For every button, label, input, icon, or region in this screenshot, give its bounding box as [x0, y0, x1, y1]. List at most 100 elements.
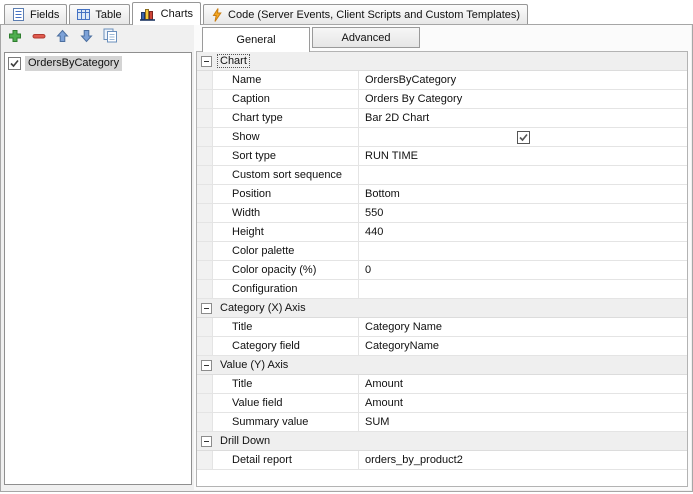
row-indent	[197, 451, 213, 469]
remove-button[interactable]	[31, 29, 46, 45]
property-name: Color palette	[213, 242, 359, 260]
property-value[interactable]: Category Name	[359, 318, 687, 336]
property-value[interactable]	[359, 280, 687, 298]
row-indent	[197, 280, 213, 298]
copy-button[interactable]	[103, 28, 118, 46]
grid-row[interactable]: Title Amount	[197, 375, 687, 394]
row-indent	[197, 147, 213, 165]
row-indent	[197, 261, 213, 279]
property-grid[interactable]: Chart Name OrdersByCategory Caption Orders B…	[196, 51, 688, 487]
row-indent	[197, 413, 213, 431]
property-name: Value field	[213, 394, 359, 412]
property-name: Caption	[213, 90, 359, 108]
add-button[interactable]	[7, 29, 22, 45]
move-down-button[interactable]	[79, 29, 94, 45]
row-indent	[197, 318, 213, 336]
tab-code[interactable]: Code (Server Events, Client Scripts and …	[203, 4, 529, 24]
property-value[interactable]: Orders By Category	[359, 90, 687, 108]
grid-row[interactable]: Configuration	[197, 280, 687, 299]
section-title: Value (Y) Axis	[220, 359, 289, 371]
property-value[interactable]	[359, 242, 687, 260]
grid-row[interactable]: Title Category Name	[197, 318, 687, 337]
minus-icon	[32, 29, 46, 46]
grid-row[interactable]: Name OrdersByCategory	[197, 71, 687, 90]
grid-row[interactable]: Sort type RUN TIME	[197, 147, 687, 166]
tab-fields[interactable]: Fields	[4, 4, 68, 24]
show-checkbox[interactable]	[516, 130, 530, 144]
property-value[interactable]: OrdersByCategory	[359, 71, 687, 89]
property-value[interactable]: Amount	[359, 375, 687, 393]
property-name: Title	[213, 375, 359, 393]
property-name: Name	[213, 71, 359, 89]
chart-list[interactable]: OrdersByCategory	[4, 52, 192, 485]
row-indent	[197, 375, 213, 393]
grid-row[interactable]: Position Bottom	[197, 185, 687, 204]
grid-row[interactable]: Width 550	[197, 204, 687, 223]
main-tab-bar: Fields Table Charts Code (Server Events,…	[0, 0, 693, 25]
property-value[interactable]: CategoryName	[359, 337, 687, 355]
plus-icon	[8, 29, 22, 46]
property-value[interactable]: orders_by_product2	[359, 451, 687, 469]
tab-label: Table	[95, 8, 122, 21]
property-value[interactable]: SUM	[359, 413, 687, 431]
property-value[interactable]: Amount	[359, 394, 687, 412]
collapse-icon[interactable]	[201, 55, 212, 67]
chart-list-toolbar	[7, 28, 118, 46]
property-name: Detail report	[213, 451, 359, 469]
tab-advanced[interactable]: Advanced	[312, 27, 420, 48]
grid-row[interactable]: Custom sort sequence	[197, 166, 687, 185]
chart-enabled-checkbox[interactable]	[8, 57, 21, 70]
arrow-down-icon	[80, 29, 93, 46]
grid-row[interactable]: Chart type Bar 2D Chart	[197, 109, 687, 128]
row-indent	[197, 166, 213, 184]
tab-general[interactable]: General	[202, 27, 310, 52]
grid-row[interactable]: Color palette	[197, 242, 687, 261]
grid-row[interactable]: Value field Amount	[197, 394, 687, 413]
property-value[interactable]: 440	[359, 223, 687, 241]
tab-label: Fields	[30, 8, 60, 21]
tab-label: Advanced	[341, 31, 391, 44]
grid-row[interactable]: Category field CategoryName	[197, 337, 687, 356]
grid-row[interactable]: Detail report orders_by_product2	[197, 451, 687, 470]
chart-settings-window: Fields Table Charts Code (Server Events,…	[0, 0, 693, 494]
grid-row[interactable]: Summary value SUM	[197, 413, 687, 432]
property-value[interactable]	[359, 128, 687, 146]
grid-section-header[interactable]: Value (Y) Axis	[197, 356, 687, 375]
collapse-icon[interactable]	[201, 302, 212, 314]
section-title: Category (X) Axis	[220, 302, 306, 314]
tab-charts[interactable]: Charts	[131, 2, 202, 25]
property-value[interactable]: Bar 2D Chart	[359, 109, 687, 127]
property-value[interactable]: 0	[359, 261, 687, 279]
property-name: Show	[213, 128, 359, 146]
grid-row[interactable]: Show	[197, 128, 687, 147]
property-name: Position	[213, 185, 359, 203]
property-value[interactable]: Bottom	[359, 185, 687, 203]
collapse-icon[interactable]	[201, 359, 212, 371]
property-value[interactable]: RUN TIME	[359, 147, 687, 165]
arrow-up-icon	[56, 29, 69, 46]
row-indent	[197, 185, 213, 203]
grid-row[interactable]: Caption Orders By Category	[197, 90, 687, 109]
property-name: Title	[213, 318, 359, 336]
form-icon	[12, 8, 25, 21]
move-up-button[interactable]	[55, 29, 70, 45]
grid-section-header[interactable]: Chart	[197, 52, 687, 71]
chart-detail-pane: General Advanced Chart Name OrdersByCatego…	[194, 25, 691, 490]
list-item[interactable]: OrdersByCategory	[6, 55, 190, 72]
tab-label: Charts	[160, 7, 194, 20]
grid-section-header[interactable]: Category (X) Axis	[197, 299, 687, 318]
lightning-icon	[211, 7, 223, 22]
property-name: Sort type	[213, 147, 359, 165]
property-value[interactable]: 550	[359, 204, 687, 222]
tab-table[interactable]: Table	[69, 4, 130, 24]
grid-row[interactable]: Color opacity (%) 0	[197, 261, 687, 280]
property-value[interactable]	[359, 166, 687, 184]
row-indent	[197, 204, 213, 222]
grid-section-header[interactable]: Drill Down	[197, 432, 687, 451]
property-name: Category field	[213, 337, 359, 355]
collapse-icon[interactable]	[201, 435, 212, 447]
property-name: Color opacity (%)	[213, 261, 359, 279]
copy-icon	[103, 28, 118, 46]
grid-row[interactable]: Height 440	[197, 223, 687, 242]
row-indent	[197, 223, 213, 241]
